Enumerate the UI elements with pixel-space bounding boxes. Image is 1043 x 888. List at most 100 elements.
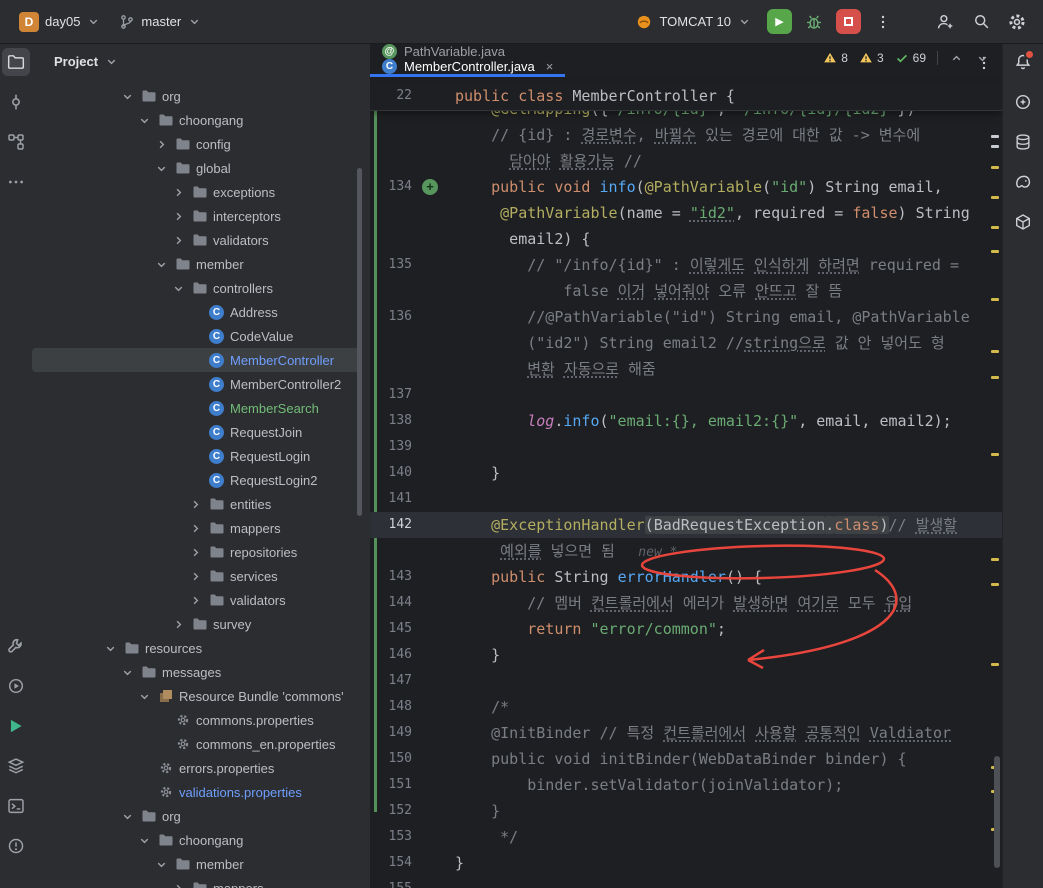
tree-item-membersearch[interactable]: C MemberSearch <box>32 396 370 420</box>
run-button[interactable]: ▶ <box>767 9 792 34</box>
code-line-wrap[interactable]: false 이거 넣어줘야 오류 안뜨고 잘 뜸 <box>370 278 1002 304</box>
code-line-wrap[interactable]: email2) { <box>370 226 1002 252</box>
branch-widget[interactable]: master <box>112 10 209 34</box>
chevron-closed-icon[interactable] <box>187 497 203 512</box>
gutter-add-icon[interactable]: + <box>422 179 438 195</box>
code-line-wrap[interactable]: // {id} : 경로변수, 바뀔수 있는 경로에 대한 값 -> 변수에 <box>370 122 1002 148</box>
code-line-134[interactable]: 134 + public void info(@PathVariable("id"… <box>370 174 1002 200</box>
stripe-mark[interactable] <box>991 135 999 138</box>
tree-item-exceptions[interactable]: exceptions <box>32 180 370 204</box>
tree-item-membercontroller[interactable]: C MemberController <box>32 348 360 372</box>
tree-item-codevalue[interactable]: C CodeValue <box>32 324 370 348</box>
tree-item-resource-bundle-commons[interactable]: Resource Bundle 'commons' <box>32 684 370 708</box>
stripe-mark[interactable] <box>991 350 999 353</box>
settings-button[interactable] <box>1003 8 1031 36</box>
project-header[interactable]: Project <box>32 44 370 78</box>
code-line-145[interactable]: 145 return "error/common"; <box>370 616 1002 642</box>
commit-button[interactable] <box>2 88 30 116</box>
code-line-155[interactable]: 155 <box>370 876 1002 888</box>
code-line-143[interactable]: 143 public String errorHandler() { <box>370 564 1002 590</box>
tree-item-interceptors[interactable]: interceptors <box>32 204 370 228</box>
stop-button[interactable] <box>836 9 861 34</box>
tree-item-entities[interactable]: entities <box>32 492 370 516</box>
gradle-button[interactable] <box>1009 168 1037 196</box>
tree-item-survey[interactable]: survey <box>32 612 370 636</box>
project-widget[interactable]: D day05 <box>12 8 108 36</box>
tab-close-icon[interactable]: × <box>546 59 554 74</box>
code-line-150[interactable]: 150 public void initBinder(WebDataBinder… <box>370 746 1002 772</box>
code-line-153[interactable]: 153 */ <box>370 824 1002 850</box>
chevron-open-icon[interactable] <box>153 257 169 272</box>
chevron-closed-icon[interactable] <box>187 545 203 560</box>
chevron-open-icon[interactable] <box>119 665 135 680</box>
code-line-142[interactable]: 142 @ExceptionHandler(BadRequestExceptio… <box>370 512 1002 538</box>
structure-button[interactable] <box>2 128 30 156</box>
dependencies-button[interactable] <box>1009 208 1037 236</box>
build-button[interactable] <box>2 632 30 660</box>
chevron-open-icon[interactable] <box>119 89 135 104</box>
tab-membercontroller-java[interactable]: C MemberController.java × <box>370 59 566 77</box>
editor-scrollbar[interactable] <box>994 756 1000 868</box>
stripe-mark[interactable] <box>991 166 999 169</box>
code-line-wrap[interactable]: 예외를 넣으면 됨 new * <box>370 538 1002 564</box>
tree-item-address[interactable]: C Address <box>32 300 370 324</box>
tree-item-config[interactable]: config <box>32 132 370 156</box>
debug-button[interactable] <box>800 8 828 36</box>
chevron-closed-icon[interactable] <box>170 233 186 248</box>
chevron-open-icon[interactable] <box>136 689 152 704</box>
tree-item-resources[interactable]: resources <box>32 636 370 660</box>
tree-item-mappers[interactable]: mappers <box>32 876 370 888</box>
code-line-147[interactable]: 147 <box>370 668 1002 694</box>
tree-item-repositories[interactable]: repositories <box>32 540 370 564</box>
code-line-141[interactable]: 141 <box>370 486 1002 512</box>
inspection-passed[interactable]: 69 <box>895 51 926 65</box>
project-scrollbar[interactable] <box>357 168 362 516</box>
chevron-closed-icon[interactable] <box>170 881 186 888</box>
run-button[interactable] <box>2 672 30 700</box>
stripe-mark[interactable] <box>991 226 999 229</box>
terminal-button[interactable] <box>2 792 30 820</box>
problems-button[interactable] <box>2 832 30 860</box>
chevron-closed-icon[interactable] <box>187 593 203 608</box>
tree-item-requestjoin[interactable]: C RequestJoin <box>32 420 370 444</box>
code-line-138[interactable]: 138 log.info("email:{}, email2:{}", emai… <box>370 408 1002 434</box>
tree-item-validators[interactable]: validators <box>32 228 370 252</box>
code-line-wrap[interactable]: 변환 자동으로 해줌 <box>370 356 1002 382</box>
services-button[interactable] <box>2 712 30 740</box>
sticky-line[interactable]: 22 public class MemberController { <box>370 82 1002 111</box>
chevron-closed-icon[interactable] <box>170 209 186 224</box>
chevron-closed-icon[interactable] <box>187 569 203 584</box>
tree-item-errors-properties[interactable]: errors.properties <box>32 756 370 780</box>
chevron-open-icon[interactable] <box>136 113 152 128</box>
tree-item-controllers[interactable]: controllers <box>32 276 370 300</box>
chevron-open-icon[interactable] <box>153 857 169 872</box>
stripe-mark[interactable] <box>991 583 999 586</box>
code-line-151[interactable]: 151 binder.setValidator(joinValidator); <box>370 772 1002 798</box>
inspections-widget[interactable]: 8 3 69 <box>823 48 990 68</box>
endpoints-button[interactable] <box>2 752 30 780</box>
ai-assistant-button[interactable] <box>1009 88 1037 116</box>
code-line-146[interactable]: 146 } <box>370 642 1002 668</box>
stripe-mark[interactable] <box>991 196 999 199</box>
tree-item-commons-properties[interactable]: commons.properties <box>32 708 370 732</box>
tree-item-mappers[interactable]: mappers <box>32 516 370 540</box>
notifications-button[interactable] <box>1009 48 1037 76</box>
tree-item-commons-en-properties[interactable]: commons_en.properties <box>32 732 370 756</box>
chevron-open-icon[interactable] <box>102 641 118 656</box>
tree-item-validators[interactable]: validators <box>32 588 370 612</box>
tree-item-global[interactable]: global <box>32 156 370 180</box>
stripe-mark[interactable] <box>991 558 999 561</box>
stripe-mark[interactable] <box>991 250 999 253</box>
stripe-mark[interactable] <box>991 376 999 379</box>
code-line-139[interactable]: 139 <box>370 434 1002 460</box>
chevron-open-icon[interactable] <box>153 161 169 176</box>
code-line-135[interactable]: 135 // "/info/{id}" : 이렇게도 인식하게 하려면 requ… <box>370 252 1002 278</box>
more-tool-windows-button[interactable] <box>2 168 30 196</box>
run-config-selector[interactable]: TOMCAT 10 <box>628 9 759 35</box>
tree-item-org[interactable]: org <box>32 84 370 108</box>
stripe-mark[interactable] <box>991 663 999 666</box>
stripe-mark[interactable] <box>991 145 999 148</box>
tree-item-member[interactable]: member <box>32 252 370 276</box>
tree-item-services[interactable]: services <box>32 564 370 588</box>
tree-item-member[interactable]: member <box>32 852 370 876</box>
